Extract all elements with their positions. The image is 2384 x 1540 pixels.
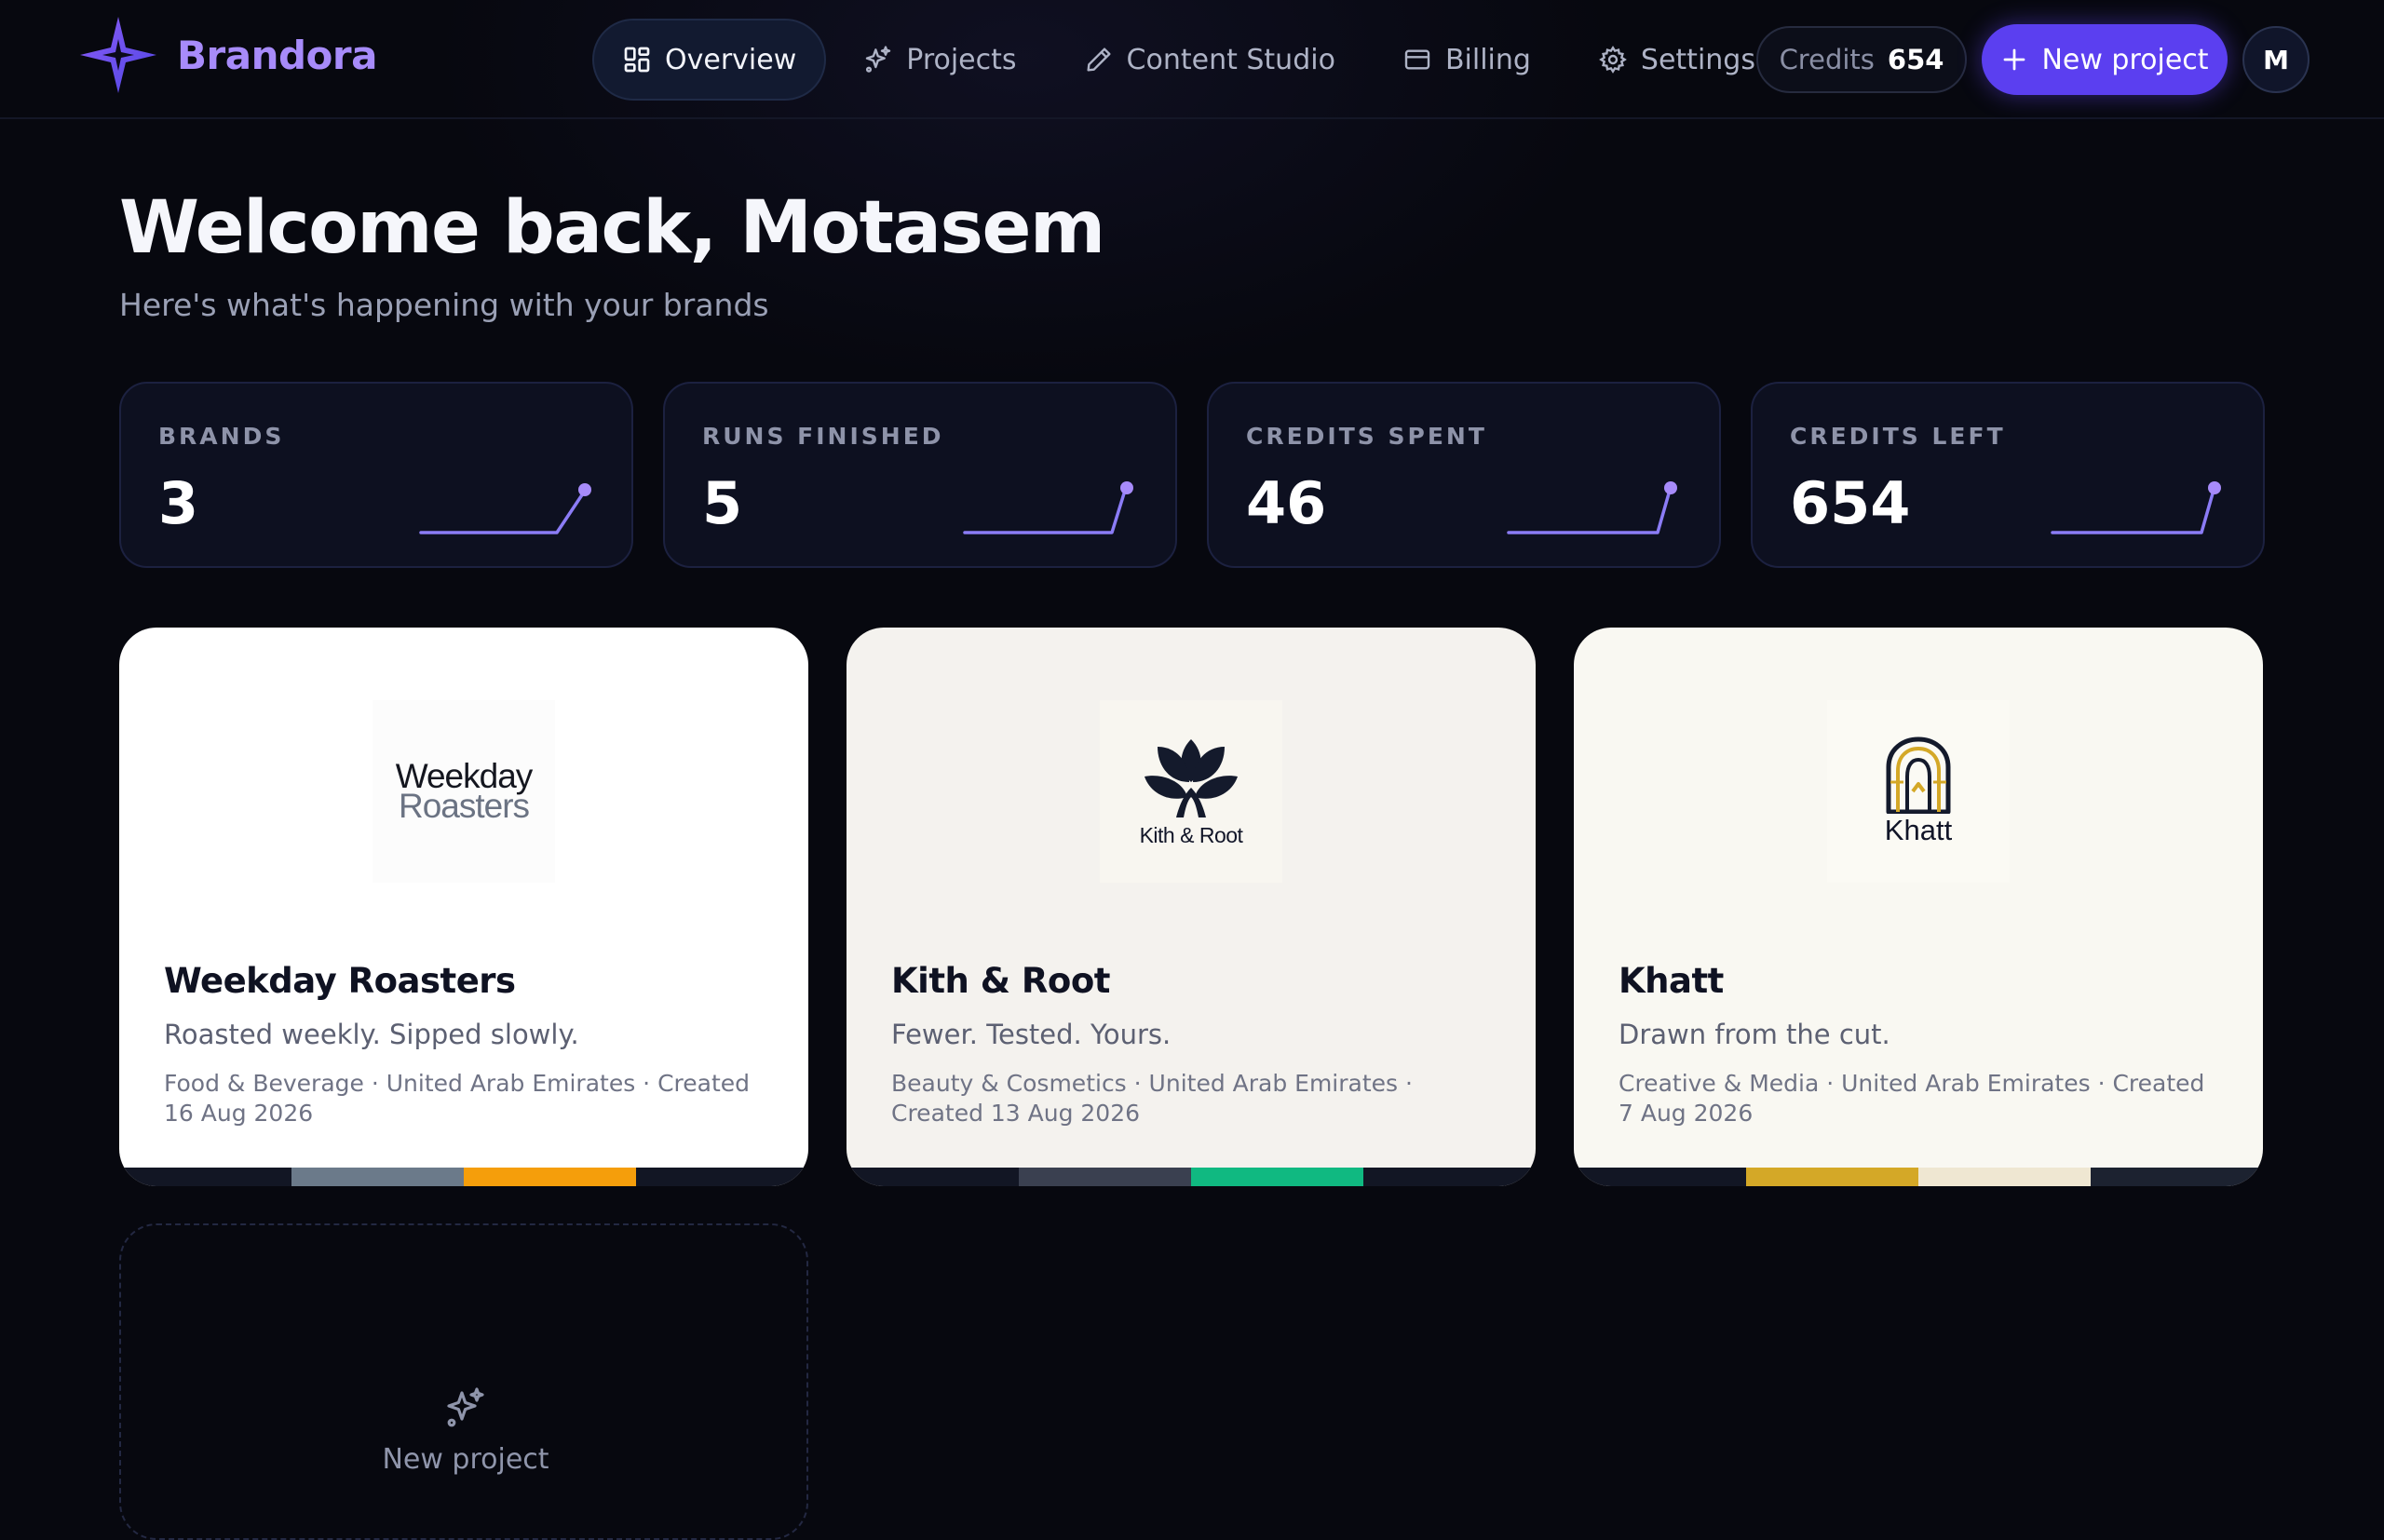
stat-value: 654 bbox=[1790, 469, 1911, 537]
nav-overview[interactable]: Overview bbox=[592, 19, 827, 101]
nav-label: Overview bbox=[665, 43, 797, 76]
new-project-card-label: New project bbox=[382, 1443, 549, 1476]
brand-card-kith-and-root[interactable]: Kith & Root Kith & Root Fewer. Tested. Y… bbox=[847, 628, 1536, 1186]
new-project-button[interactable]: New project bbox=[1982, 24, 2228, 95]
stat-card-credits-spent: CREDITS SPENT 46 bbox=[1207, 382, 1721, 568]
brand-logo[interactable]: Brandora bbox=[78, 13, 377, 97]
grid-icon bbox=[624, 47, 650, 73]
logo-wordmark-line2: Roasters bbox=[398, 787, 530, 825]
new-project-card[interactable]: New project bbox=[119, 1223, 808, 1540]
palette-swatch bbox=[1363, 1168, 1536, 1186]
palette-swatch bbox=[119, 1168, 291, 1186]
palette-swatch bbox=[1574, 1168, 1746, 1186]
plus-icon bbox=[2004, 48, 2025, 71]
stat-value: 3 bbox=[158, 469, 199, 537]
logo-caption: Khatt bbox=[1884, 814, 1953, 846]
stat-card-runs-finished: RUNS FINISHED 5 bbox=[663, 382, 1177, 568]
brand-tagline: Fewer. Tested. Yours. bbox=[891, 1019, 1172, 1050]
credits-value: 654 bbox=[1887, 44, 1944, 75]
sparkline bbox=[2051, 481, 2221, 534]
brand-name: Khatt bbox=[1619, 961, 1724, 1001]
sparkles-icon bbox=[866, 46, 891, 73]
palette-swatch bbox=[1019, 1168, 1191, 1186]
palette-swatch bbox=[636, 1168, 808, 1186]
palette-swatch bbox=[1191, 1168, 1363, 1186]
palette-swatch bbox=[1918, 1168, 2091, 1186]
brand-meta: Beauty & Cosmetics · United Arab Emirate… bbox=[891, 1070, 1413, 1127]
sparkline bbox=[963, 481, 1133, 534]
brand-tagline: Drawn from the cut. bbox=[1619, 1019, 1890, 1050]
brand-name: Brandora bbox=[177, 32, 377, 78]
brand-logo-tile: Weekday Roasters bbox=[372, 700, 555, 883]
color-palette-strip bbox=[1574, 1168, 2263, 1186]
page-subtitle: Here's what's happening with your brands bbox=[119, 287, 769, 323]
brand-logo-tile: Khatt bbox=[1827, 700, 2010, 883]
palette-swatch bbox=[291, 1168, 464, 1186]
sparkline bbox=[1507, 481, 1677, 534]
nav-billing[interactable]: Billing bbox=[1373, 19, 1561, 101]
gear-icon bbox=[1599, 46, 1627, 74]
stat-value: 46 bbox=[1246, 469, 1327, 537]
card-icon bbox=[1404, 49, 1430, 70]
color-palette-strip bbox=[847, 1168, 1536, 1186]
brand-meta: Food & Beverage · United Arab Emirates ·… bbox=[164, 1070, 751, 1127]
sparkline bbox=[419, 483, 591, 534]
stat-card-brands: BRANDS 3 bbox=[119, 382, 633, 568]
credits-balance[interactable]: Credits 654 bbox=[1756, 26, 1967, 93]
palette-swatch bbox=[464, 1168, 636, 1186]
brand-logo-tile: Kith & Root bbox=[1100, 700, 1282, 883]
user-avatar[interactable]: M bbox=[2242, 26, 2310, 93]
main-nav: Overview Projects Content Studio Billing bbox=[592, 19, 1785, 101]
palette-swatch bbox=[847, 1168, 1019, 1186]
credits-label: Credits bbox=[1779, 44, 1875, 75]
leaf-logo-icon bbox=[1145, 738, 1238, 817]
nav-content-studio[interactable]: Content Studio bbox=[1054, 19, 1365, 101]
nav-label: Billing bbox=[1444, 43, 1531, 76]
top-bar: Brandora Overview Projects Content Studi… bbox=[0, 0, 2384, 119]
stat-value: 5 bbox=[702, 469, 743, 537]
nav-projects[interactable]: Projects bbox=[833, 19, 1046, 101]
arch-logo-icon bbox=[1886, 736, 1951, 814]
brand-card-khatt[interactable]: Khatt Khatt Drawn from the cut. Creative… bbox=[1574, 628, 2263, 1186]
new-project-label: New project bbox=[2041, 43, 2209, 76]
brand-meta: Creative & Media · United Arab Emirates … bbox=[1619, 1070, 2205, 1127]
stat-label: CREDITS SPENT bbox=[1246, 423, 1487, 450]
sparkles-icon bbox=[447, 1387, 484, 1427]
stat-card-credits-left: CREDITS LEFT 654 bbox=[1751, 382, 2265, 568]
pencil-icon bbox=[1086, 47, 1111, 72]
stat-label: RUNS FINISHED bbox=[702, 423, 944, 450]
nav-settings[interactable]: Settings bbox=[1568, 19, 1785, 101]
color-palette-strip bbox=[119, 1168, 808, 1186]
logo-caption: Kith & Root bbox=[1139, 822, 1243, 847]
brand-star-icon bbox=[80, 17, 156, 93]
page-title: Welcome back, Motasem bbox=[119, 186, 1105, 270]
brand-name: Kith & Root bbox=[891, 961, 1110, 1001]
palette-swatch bbox=[1746, 1168, 1918, 1186]
nav-label: Projects bbox=[906, 43, 1017, 76]
stats-row: BRANDS 3 RUNS FINISHED 5 CREDITS SPENT 4… bbox=[119, 382, 2265, 568]
brand-name: Weekday Roasters bbox=[164, 961, 516, 1001]
brand-tagline: Roasted weekly. Sipped slowly. bbox=[164, 1019, 579, 1050]
palette-swatch bbox=[2091, 1168, 2263, 1186]
stat-label: BRANDS bbox=[158, 423, 285, 450]
nav-label: Content Studio bbox=[1126, 43, 1335, 76]
stat-label: CREDITS LEFT bbox=[1790, 423, 2006, 450]
nav-label: Settings bbox=[1640, 43, 1755, 76]
brand-card-weekday-roasters[interactable]: Weekday Roasters Weekday Roasters Roaste… bbox=[119, 628, 808, 1186]
